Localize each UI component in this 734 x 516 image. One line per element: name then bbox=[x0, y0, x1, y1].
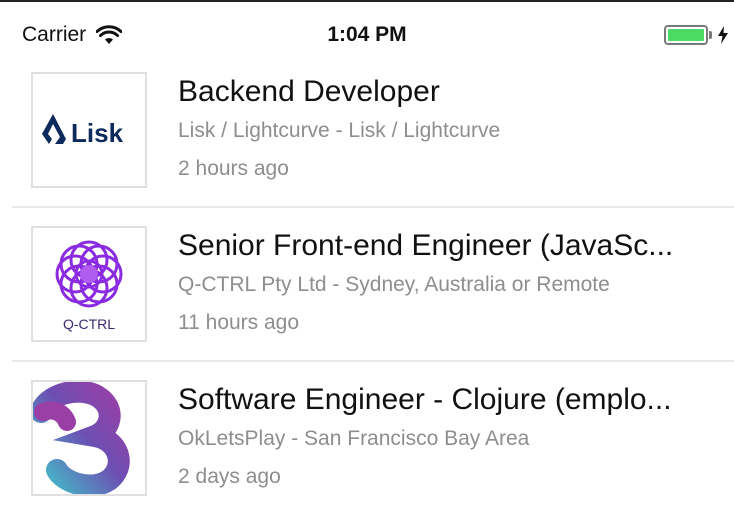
job-company-location: OkLetsPlay - San Francisco Bay Area bbox=[178, 427, 530, 450]
job-row[interactable]: Software Engineer - Clojure (emplo... Ok… bbox=[12, 362, 734, 516]
battery-tip bbox=[709, 31, 712, 39]
job-posted-time: 11 hours ago bbox=[178, 311, 300, 334]
job-list: Lisk Backend Developer Lisk / Lightcurve… bbox=[12, 54, 734, 516]
job-title: Senior Front-end Engineer (JavaSc... bbox=[178, 229, 674, 262]
okletsplay-logo-icon bbox=[33, 382, 130, 494]
job-info: Senior Front-end Engineer (JavaSc... Q-C… bbox=[178, 228, 728, 336]
company-logo: Q-CTRL bbox=[31, 226, 147, 342]
lisk-logo-icon: Lisk bbox=[42, 114, 124, 148]
job-company-location: Q-CTRL Pty Ltd - Sydney, Australia or Re… bbox=[178, 273, 610, 296]
job-info: Software Engineer - Clojure (emplo... Ok… bbox=[178, 382, 728, 490]
lisk-logo-text: Lisk bbox=[71, 118, 124, 148]
battery-fill bbox=[668, 29, 704, 41]
job-info: Backend Developer Lisk / Lightcurve - Li… bbox=[178, 74, 728, 182]
job-posted-time: 2 hours ago bbox=[178, 157, 289, 180]
company-logo bbox=[31, 380, 147, 496]
job-posted-time: 2 days ago bbox=[178, 465, 281, 488]
job-row[interactable]: Q-CTRL Senior Front-end Engineer (JavaSc… bbox=[12, 208, 734, 362]
job-company-location: Lisk / Lightcurve - Lisk / Lightcurve bbox=[178, 119, 501, 142]
job-title: Backend Developer bbox=[178, 75, 440, 108]
job-row[interactable]: Lisk Backend Developer Lisk / Lightcurve… bbox=[12, 54, 734, 208]
status-time: 1:04 PM bbox=[327, 23, 407, 46]
qctrl-logo-icon: Q-CTRL bbox=[55, 240, 123, 332]
qctrl-logo-text: Q-CTRL bbox=[63, 316, 115, 332]
screen-top-edge bbox=[0, 0, 734, 14]
status-bar: Carrier 1:04 PM bbox=[0, 14, 734, 54]
battery-indicator bbox=[664, 25, 729, 45]
charging-bolt-icon bbox=[718, 26, 728, 44]
job-title: Software Engineer - Clojure (emplo... bbox=[178, 383, 672, 416]
company-logo: Lisk bbox=[31, 72, 147, 188]
battery-body bbox=[664, 25, 708, 45]
